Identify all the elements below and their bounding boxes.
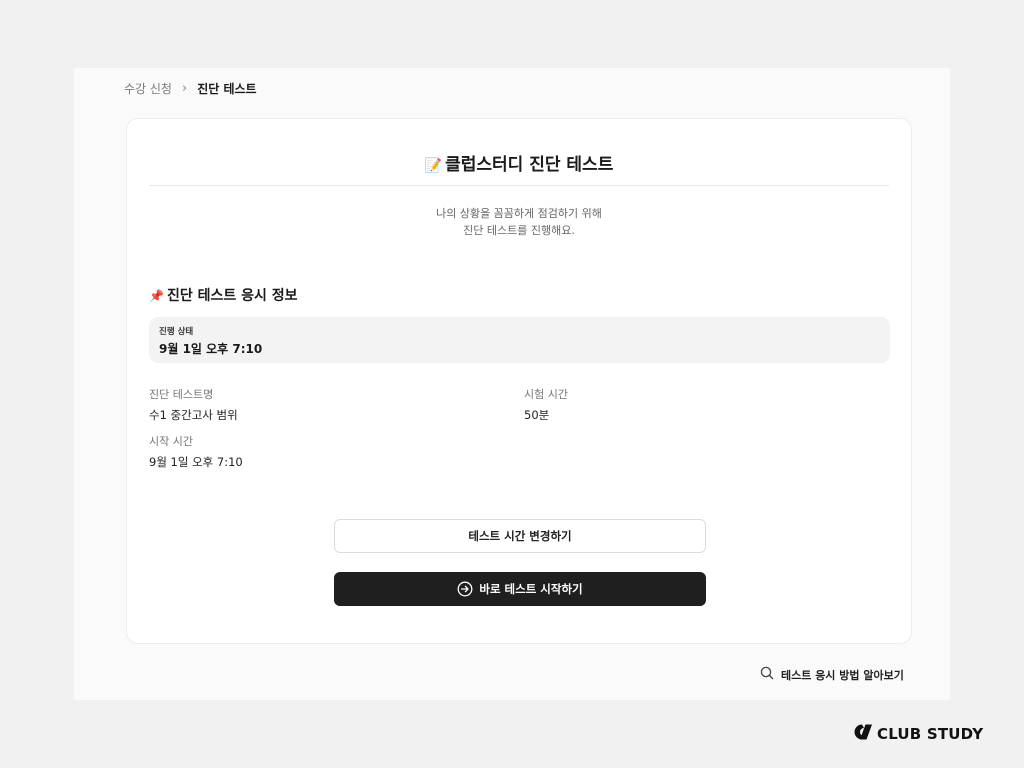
test-name-value: 수1 중간고사 범위	[149, 408, 238, 422]
how-to-take-test-link[interactable]: 테스트 응시 방법 알아보기	[760, 666, 904, 683]
status-label: 진행 상태	[159, 327, 194, 337]
breadcrumb: 수강 신청 › 진단 테스트	[124, 80, 257, 97]
breadcrumb-current: 진단 테스트	[197, 82, 257, 96]
start-test-button[interactable]: 바로 테스트 시작하기	[334, 572, 706, 606]
page-title-text: 클럽스터디 진단 테스트	[445, 155, 614, 175]
breadcrumb-enrollment-link[interactable]: 수강 신청	[124, 80, 172, 97]
duration-value: 50분	[524, 408, 550, 422]
status-value: 9월 1일 오후 7:10	[159, 342, 263, 356]
intro-text: 나의 상황을 꼼꼼하게 점검하기 위해 진단 테스트를 진행해요.	[127, 205, 911, 239]
search-icon	[760, 666, 774, 683]
start-test-label: 바로 테스트 시작하기	[479, 582, 583, 596]
memo-icon: 📝	[424, 158, 443, 174]
change-test-time-label: 테스트 시간 변경하기	[468, 529, 572, 543]
arrow-right-circle-icon	[457, 581, 473, 597]
intro-line-1: 나의 상황을 꼼꼼하게 점검하기 위해	[436, 207, 602, 220]
start-time-info: 시작 시간 9월 1일 오후 7:10	[149, 433, 243, 470]
pushpin-icon: 📌	[149, 289, 164, 303]
brand-name: CLUB STUDY	[877, 725, 984, 743]
test-name-info: 진단 테스트명 수1 중간고사 범위	[149, 386, 238, 423]
intro-line-2: 진단 테스트를 진행해요.	[463, 224, 575, 237]
club-study-logo-icon	[853, 723, 873, 745]
diagnostic-test-card: 📝 클럽스터디 진단 테스트 나의 상황을 꼼꼼하게 점검하기 위해 진단 테스트…	[126, 118, 912, 644]
test-name-label: 진단 테스트명	[149, 388, 214, 401]
chevron-right-icon: ›	[181, 81, 188, 96]
start-time-label: 시작 시간	[149, 435, 193, 448]
status-box: 진행 상태 9월 1일 오후 7:10	[149, 317, 890, 363]
brand-logo: CLUB STUDY	[853, 723, 983, 745]
how-to-take-test-label: 테스트 응시 방법 알아보기	[781, 668, 904, 682]
info-section-title-text: 진단 테스트 응시 정보	[166, 288, 298, 304]
title-divider	[149, 185, 889, 186]
duration-label: 시험 시간	[524, 388, 568, 401]
duration-info: 시험 시간 50분	[524, 386, 568, 423]
page-title: 📝 클럽스터디 진단 테스트	[127, 150, 911, 175]
info-section-title: 📌 진단 테스트 응시 정보	[149, 285, 298, 305]
change-test-time-button[interactable]: 테스트 시간 변경하기	[334, 519, 706, 553]
page-container: 수강 신청 › 진단 테스트 📝 클럽스터디 진단 테스트 나의 상황을 꼼꼼하게…	[74, 68, 950, 700]
start-time-value: 9월 1일 오후 7:10	[149, 455, 243, 469]
